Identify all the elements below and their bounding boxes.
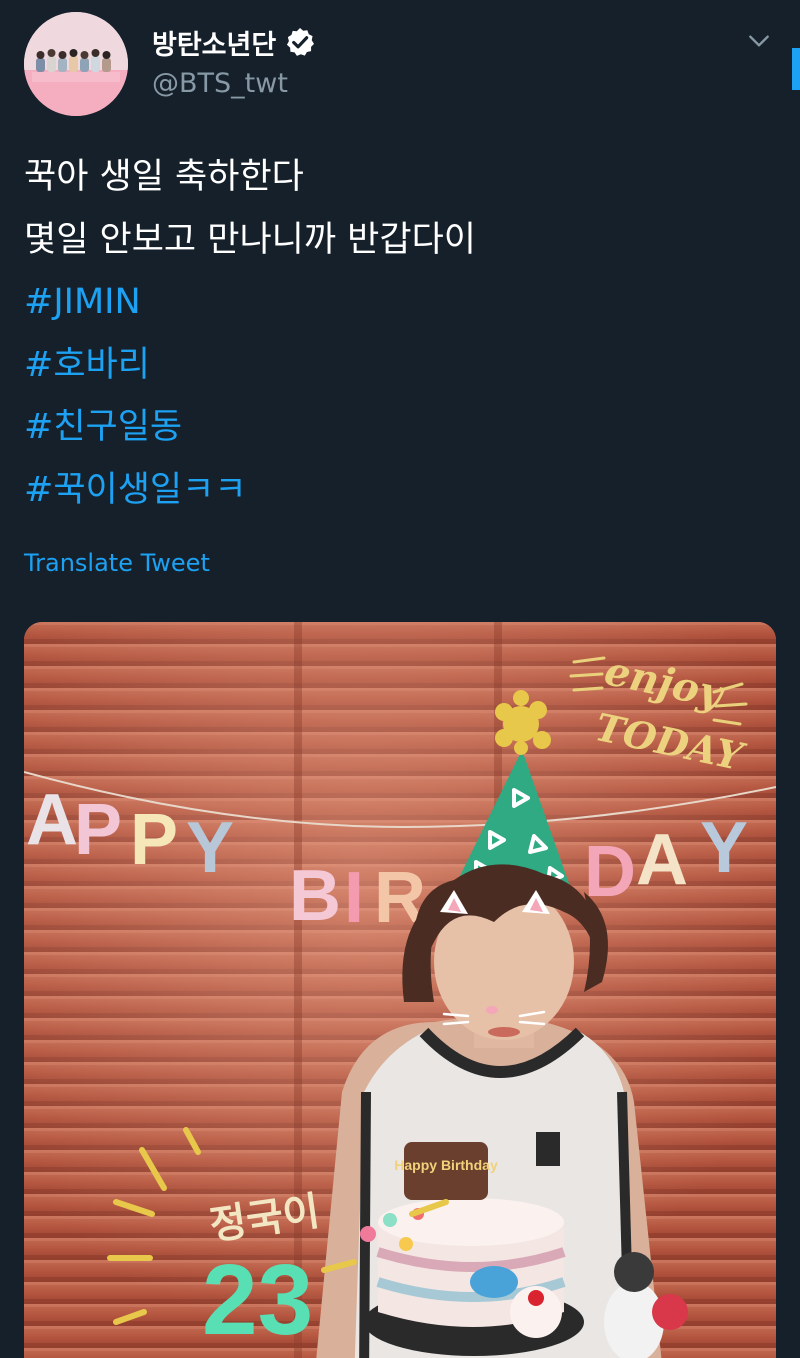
hashtag-link[interactable]: #호바리	[24, 334, 764, 397]
banner-letter: A	[26, 780, 78, 860]
tweet-header: 방탄소년단 @BTS_twt	[24, 12, 784, 118]
cake-topper-text: Happy Birthday	[394, 1157, 498, 1173]
translate-tweet-link[interactable]: Translate Tweet	[24, 549, 210, 577]
handle[interactable]: @BTS_twt	[152, 68, 316, 99]
hashtag-link[interactable]: #친구일동	[24, 396, 764, 459]
banner-letter: B	[289, 856, 341, 936]
tweet-view: 방탄소년단 @BTS_twt 꾹아 생일 축하한다 몇일 안보고 만나니까 반갑…	[0, 0, 800, 1358]
banner-letter: Y	[186, 808, 234, 888]
chevron-down-icon[interactable]	[746, 28, 772, 54]
display-name[interactable]: 방탄소년단	[152, 23, 276, 62]
avatar[interactable]	[24, 12, 128, 116]
author-names: 방탄소년단 @BTS_twt	[152, 22, 316, 99]
hashtag-link[interactable]: #JIMIN	[24, 271, 764, 334]
group-photo-avatar-icon	[24, 12, 128, 116]
banner-letter: P	[130, 800, 178, 880]
tweet-text: 꾹아 생일 축하한다 몇일 안보고 만나니까 반갑다이 #JIMIN #호바리 …	[24, 146, 764, 521]
verified-badge-icon	[287, 28, 315, 56]
tweet-line: 꾹아 생일 축하한다	[24, 157, 304, 197]
banner-letter: A	[636, 820, 688, 900]
name-number-sticker: 정국이 23	[202, 1188, 323, 1356]
sticker-number: 23	[202, 1244, 313, 1356]
banner-letter: Y	[700, 808, 748, 888]
birthday-photo: A P P Y B I R D A Y enjoy TODAY Happy Bi…	[24, 622, 776, 1358]
banner-letter: I	[344, 858, 364, 938]
hashtag-link[interactable]: #꾹이생일ㅋㅋ	[24, 459, 764, 522]
banner-letter: P	[74, 790, 122, 870]
tweet-photo[interactable]: A P P Y B I R D A Y enjoy TODAY Happy Bi…	[24, 622, 776, 1358]
side-scroll-tab[interactable]	[792, 48, 800, 90]
tweet-line: 몇일 안보고 만나니까 반갑다이	[24, 219, 476, 260]
display-name-row: 방탄소년단	[152, 22, 316, 62]
